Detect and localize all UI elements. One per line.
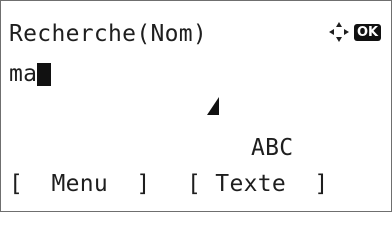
text-softkey[interactable]: [ Texte ] (187, 171, 328, 197)
ok-badge: OK (354, 23, 382, 41)
text-cursor (37, 62, 52, 86)
dpad-arrows-icon (329, 22, 349, 42)
lcd-screen: Recherche(Nom) OK ma ABC [ Menu ] [ Text… (0, 0, 392, 212)
nav-ok-indicator: OK (327, 20, 382, 44)
search-input-value: ma (9, 61, 38, 87)
screen-title: Recherche(Nom) (9, 21, 208, 47)
input-mode-label: ABC (251, 135, 294, 161)
menu-softkey[interactable]: [ Menu ] (9, 171, 150, 197)
search-input[interactable]: ma (9, 61, 52, 87)
cursor-position-triangle-icon (207, 97, 219, 115)
